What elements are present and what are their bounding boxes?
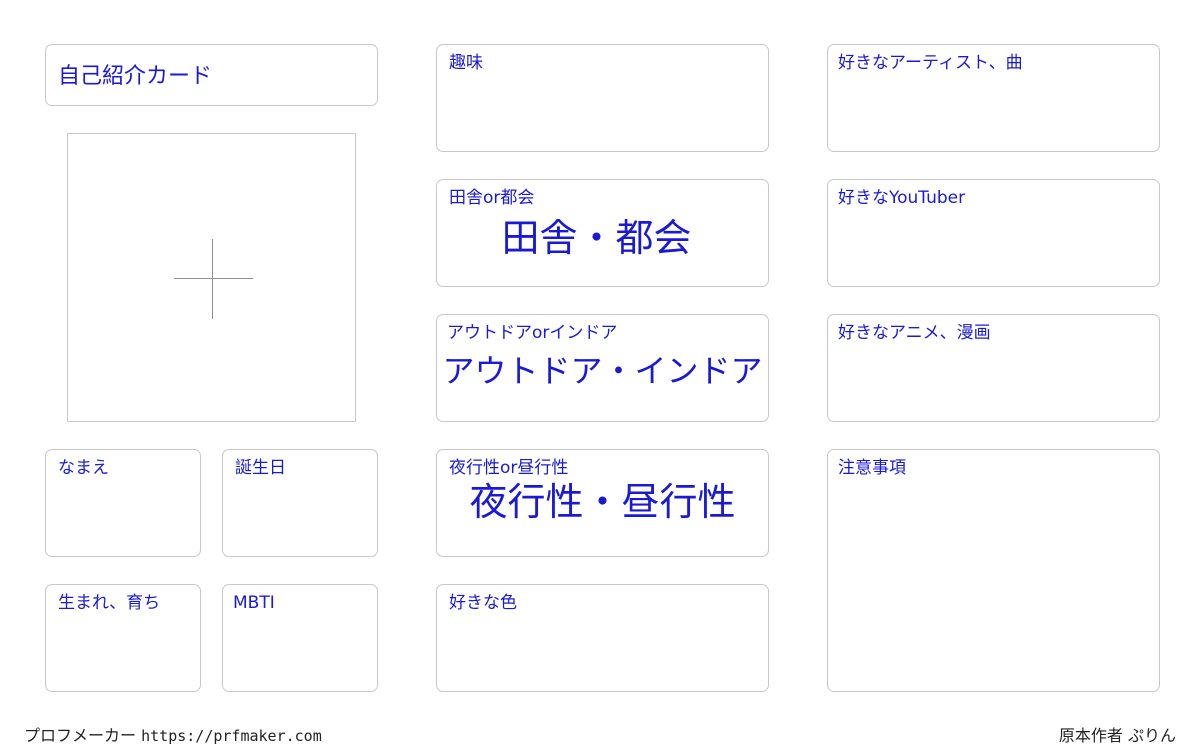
countryside-city-field[interactable]: 田舎or都会 田舎・都会 (436, 179, 769, 287)
author-credit: 原本作者 ぷりん (1058, 726, 1176, 745)
brand-name: プロフメーカー (24, 726, 137, 745)
origin-field[interactable]: 生まれ、育ち (45, 584, 201, 692)
youtuber-label: 好きなYouTuber (838, 188, 966, 208)
birthday-field[interactable]: 誕生日 (222, 449, 378, 557)
anime-manga-field[interactable]: 好きなアニメ、漫画 (827, 314, 1160, 422)
name-field[interactable]: なまえ (45, 449, 201, 557)
outdoor-indoor-label: アウトドアorインドア (447, 323, 618, 343)
site-url-link[interactable]: https://prfmaker.com (141, 727, 322, 745)
countryside-city-label: 田舎or都会 (449, 188, 535, 208)
youtuber-field[interactable]: 好きなYouTuber (827, 179, 1160, 287)
favorite-color-label: 好きな色 (449, 593, 517, 613)
artist-song-label: 好きなアーティスト、曲 (838, 53, 1023, 73)
nocturnal-diurnal-label: 夜行性or昼行性 (449, 458, 569, 478)
hobby-field[interactable]: 趣味 (436, 44, 769, 152)
footer-brand: プロフメーカー https://prfmaker.com (24, 726, 322, 746)
anime-manga-label: 好きなアニメ、漫画 (838, 323, 991, 343)
notes-label: 注意事項 (838, 458, 906, 478)
artist-song-field[interactable]: 好きなアーティスト、曲 (827, 44, 1160, 152)
photo-upload-area[interactable] (67, 133, 356, 422)
outdoor-indoor-choice[interactable]: アウトドア・インドア (437, 351, 768, 391)
favorite-color-field[interactable]: 好きな色 (436, 584, 769, 692)
hobby-label: 趣味 (449, 53, 483, 73)
mbti-field[interactable]: MBTI (222, 584, 378, 692)
nocturnal-diurnal-choice[interactable]: 夜行性・昼行性 (437, 480, 768, 524)
notes-field[interactable]: 注意事項 (827, 449, 1160, 692)
card-title-box: 自己紹介カード (45, 44, 378, 106)
countryside-city-choice[interactable]: 田舎・都会 (425, 216, 768, 260)
card-title: 自己紹介カード (58, 64, 213, 89)
mbti-label: MBTI (233, 593, 275, 613)
origin-label: 生まれ、育ち (58, 593, 161, 613)
name-label: なまえ (58, 458, 109, 478)
birthday-label: 誕生日 (235, 458, 286, 478)
outdoor-indoor-field[interactable]: アウトドアorインドア アウトドア・インドア (436, 314, 769, 422)
nocturnal-diurnal-field[interactable]: 夜行性or昼行性 夜行性・昼行性 (436, 449, 769, 557)
